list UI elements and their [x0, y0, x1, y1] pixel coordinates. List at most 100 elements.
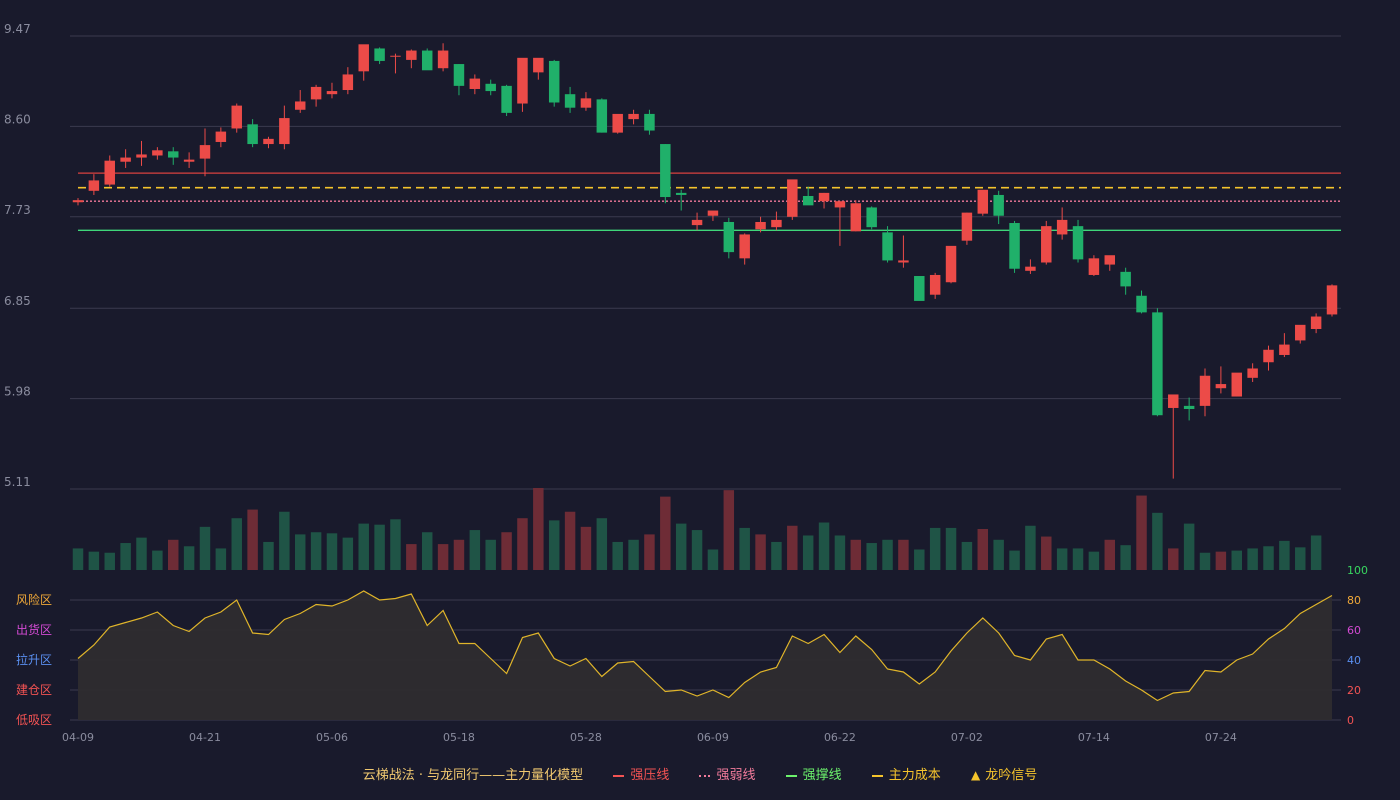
volume-bar: [929, 527, 941, 570]
x-tick-label: 07-24: [1205, 731, 1237, 744]
volume-bar: [1310, 535, 1322, 570]
legend-swatch: [613, 774, 625, 777]
candle-body: [517, 57, 528, 104]
candle-body: [215, 131, 227, 142]
candle-body: [310, 86, 322, 100]
volume-bar: [961, 541, 973, 570]
volume-bar: [152, 550, 163, 570]
candle-body: [231, 105, 242, 129]
volume-bar: [263, 541, 274, 570]
volume-bar: [723, 490, 735, 570]
legend-item-main-cost[interactable]: 主力成本: [871, 764, 941, 783]
volume-bar: [898, 539, 909, 570]
legend-swatch: [785, 774, 797, 777]
volume-bar: [390, 519, 401, 570]
candle-body: [279, 118, 290, 145]
volume-bar: [374, 524, 385, 570]
volume-bar: [755, 534, 766, 570]
volume-bar: [136, 537, 147, 570]
candle-body: [453, 64, 465, 86]
candle-body: [406, 50, 417, 60]
candle-body: [437, 50, 449, 69]
candle-body: [104, 160, 115, 185]
legend-title: 云梯战法 · 与龙同行——主力量化模型: [362, 768, 584, 783]
legend-item-dragon-signal[interactable]: ▲ 龙吟信号: [971, 764, 1037, 783]
volume-bar: [1120, 545, 1131, 570]
volume-bar: [834, 535, 846, 570]
candle-body: [1326, 285, 1338, 315]
volume-bar: [358, 523, 369, 570]
volume-bar: [342, 537, 354, 570]
volume-bar: [1104, 539, 1116, 570]
candle-body: [1056, 219, 1068, 235]
volume-bar: [1247, 548, 1258, 570]
candle-body: [326, 91, 338, 95]
x-tick-label: 06-22: [824, 731, 856, 744]
triangle-icon: ▲: [970, 768, 981, 782]
x-tick-label: 05-28: [570, 731, 602, 744]
indicator-area: [78, 591, 1332, 720]
price-tick-label: 5.11: [4, 475, 31, 489]
candle-body: [294, 101, 306, 110]
x-tick-label: 05-18: [443, 731, 475, 744]
indicator-zone-label: 拉升区: [16, 652, 52, 667]
candle-body: [72, 200, 84, 203]
candle-body: [739, 234, 750, 259]
candle-body: [1310, 316, 1322, 329]
volume-bar: [707, 549, 719, 570]
volume-bar: [866, 543, 877, 570]
candle-body: [152, 150, 163, 156]
volume-bar: [787, 525, 798, 570]
candle-body: [723, 221, 735, 253]
x-tick-label: 07-14: [1078, 731, 1110, 744]
candle-body: [342, 74, 354, 91]
candle-body: [1072, 226, 1084, 260]
legend-swatch: [871, 774, 883, 777]
volume-bar: [1183, 523, 1195, 570]
volume-bar: [945, 527, 957, 570]
indicator-zone-label: 出货区: [16, 622, 52, 637]
candle-body: [1199, 375, 1211, 406]
volume-bar: [771, 541, 782, 570]
candle-body: [1215, 384, 1227, 389]
legend-item-strong-pressure[interactable]: 强压线: [613, 764, 669, 783]
volume-bar: [88, 551, 100, 570]
volume-bar: [993, 539, 1004, 570]
candle-body: [787, 179, 798, 217]
candle-body: [755, 221, 766, 230]
volume-bar: [580, 526, 592, 570]
candle-body: [802, 196, 814, 206]
volume-bar: [469, 530, 481, 570]
volume-bar: [1152, 512, 1163, 570]
x-tick-label: 04-21: [189, 731, 221, 744]
volume-bar: [1009, 550, 1020, 570]
candle-body: [1231, 372, 1242, 397]
volume-bar: [183, 546, 195, 570]
indicator-zone-label: 低吸区: [16, 713, 52, 727]
candle-body: [1120, 271, 1131, 287]
candle-body: [263, 138, 274, 145]
stock-chart: 9.47 8.60 7.73 6.85 5.98 5.11 100 80 60 40 20 0 风险区出…: [4, 22, 1368, 744]
indicator-zone-label: 建仓区: [16, 683, 52, 697]
volume-bar: [120, 543, 131, 570]
volume-bar: [914, 549, 925, 570]
volume-bar: [72, 548, 84, 570]
volume-bar: [628, 539, 639, 570]
candle-body: [564, 94, 576, 108]
volume-bar: [1025, 525, 1036, 570]
candle-body: [628, 113, 639, 120]
x-tick-label: 07-02: [951, 731, 983, 744]
volume-bar: [437, 544, 449, 570]
candle-body: [533, 57, 544, 73]
legend-item-strong-weak[interactable]: 强弱线: [699, 764, 756, 783]
legend-item-strong-support[interactable]: 强撑线: [785, 764, 842, 783]
candle-body: [1263, 349, 1274, 363]
candle-body: [120, 157, 131, 162]
x-tick-label: 06-09: [697, 731, 729, 744]
candle-body: [390, 55, 401, 57]
candle-body: [136, 154, 147, 158]
volume-bar: [548, 520, 560, 570]
volume-bar: [977, 529, 989, 570]
volume-bar: [675, 523, 687, 570]
candle-body: [929, 274, 941, 295]
